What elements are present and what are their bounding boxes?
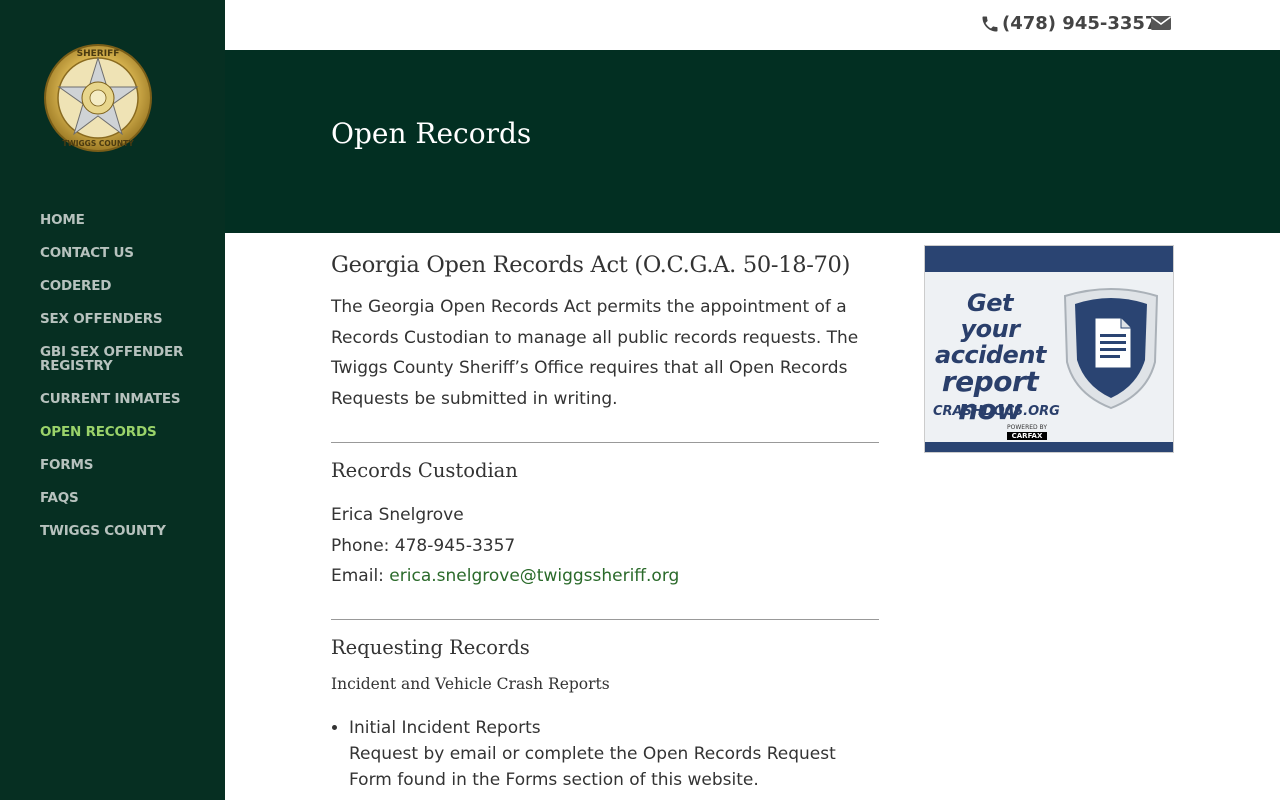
nav-item-sex-offenders[interactable]: SEX OFFENDERS — [40, 312, 190, 326]
phone-icon — [982, 16, 998, 31]
custodian-phone-label: Phone: — [331, 535, 395, 556]
sidebar: SHERIFF TWIGGS COUNTY HOME CONTACT US CO… — [0, 0, 225, 800]
ad-top-band — [925, 246, 1173, 272]
list-item: Initial Incident Reports Request by emai… — [349, 715, 879, 793]
ad-powered-label: POWERED BY — [1007, 424, 1048, 431]
header-phone-number: (478) 945-3357 — [1002, 13, 1158, 34]
nav-item-forms[interactable]: FORMS — [40, 458, 190, 472]
badge-icon: SHERIFF TWIGGS COUNTY — [44, 44, 152, 152]
request-types-list: Initial Incident Reports Request by emai… — [349, 715, 879, 793]
list-item-detail: Request by email or complete the Open Re… — [349, 743, 836, 790]
custodian-name: Erica Snelgrove — [331, 505, 464, 525]
page-title: Open Records — [331, 117, 532, 150]
custodian-phone-number: 478-945-3357 — [394, 535, 516, 556]
svg-text:TWIGGS COUNTY: TWIGGS COUNTY — [62, 139, 134, 148]
custodian-phone: Phone: 478-945-3357 — [331, 531, 879, 562]
document-shield-icon — [1057, 282, 1165, 416]
custodian-email-link[interactable]: erica.snelgrove@twiggssheriff.org — [389, 566, 679, 586]
divider — [331, 442, 879, 443]
svg-text:SHERIFF: SHERIFF — [77, 49, 120, 59]
nav-item-codered[interactable]: CODERED — [40, 279, 190, 293]
ad-line: Get your — [960, 289, 1020, 343]
divider — [331, 618, 879, 620]
header-phone[interactable]: (478) 945-3357 — [980, 13, 1157, 34]
main-content: Georgia Open Records Act (O.C.G.A. 50-18… — [331, 252, 879, 793]
nav-item-contact-us[interactable]: CONTACT US — [40, 246, 190, 260]
ad-powered-by: POWERED BY CARFAX — [1007, 424, 1048, 440]
nav-item-faqs[interactable]: FAQS — [40, 491, 190, 505]
open-records-act-heading: Georgia Open Records Act (O.C.G.A. 50-18… — [331, 252, 851, 278]
page-header: Open Records — [225, 50, 1280, 233]
ad-site-name: CRASHDOCS.ORG — [933, 404, 1060, 419]
main-nav: HOME CONTACT US CODERED SEX OFFENDERS GB… — [40, 213, 190, 557]
list-item-title: Initial Incident Reports — [349, 717, 541, 738]
ad-bottom-band — [925, 442, 1173, 452]
nav-item-open-records[interactable]: OPEN RECORDS — [40, 425, 190, 439]
custodian-email-label: Email: — [331, 566, 390, 586]
requesting-records-heading: Requesting Records — [331, 635, 530, 659]
mail-icon[interactable] — [1150, 14, 1172, 36]
carfax-logo: CARFAX — [1007, 432, 1048, 440]
nav-item-twiggs-county[interactable]: TWIGGS COUNTY — [40, 524, 190, 538]
open-records-intro: The Georgia Open Records Act permits the… — [331, 297, 859, 409]
sheriff-badge-logo[interactable]: SHERIFF TWIGGS COUNTY — [42, 42, 154, 154]
nav-item-current-inmates[interactable]: CURRENT INMATES — [40, 392, 190, 406]
ad-line: report — [941, 365, 1039, 398]
incident-crash-reports-subheading: Incident and Vehicle Crash Reports — [331, 674, 610, 693]
records-custodian-heading: Records Custodian — [331, 459, 518, 482]
top-bar: (478) 945-3357 — [225, 0, 1280, 50]
crashdocs-ad-banner[interactable]: Get your accident report now CRASHDOCS.O… — [924, 245, 1174, 453]
nav-item-gbi-sex-offender-registry[interactable]: GBI SEX OFFENDER REGISTRY — [40, 345, 190, 373]
custodian-email: Email: erica.snelgrove@twiggssheriff.org — [331, 561, 879, 592]
nav-item-home[interactable]: HOME — [40, 213, 190, 227]
